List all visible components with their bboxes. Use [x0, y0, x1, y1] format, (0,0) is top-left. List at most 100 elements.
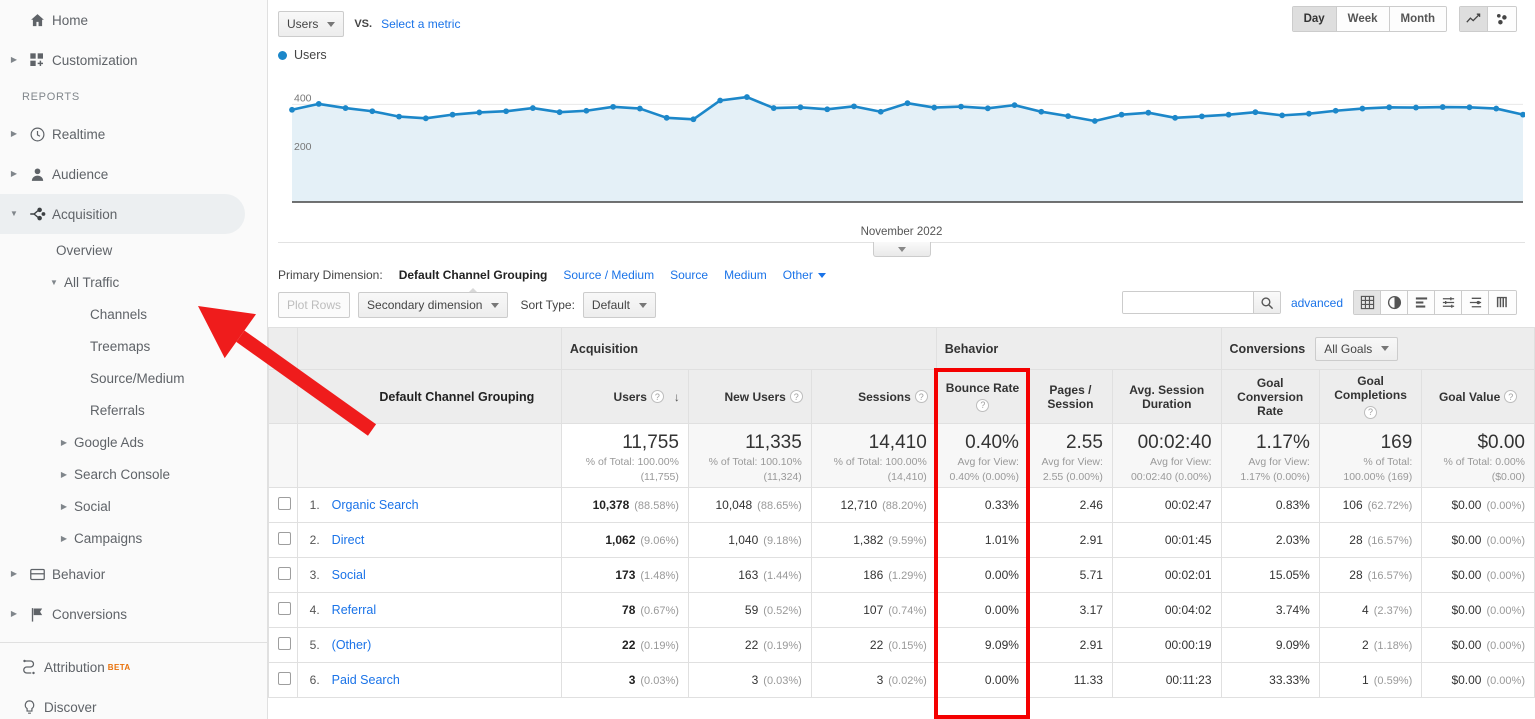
users-over-time-chart[interactable]: 200 400	[278, 70, 1525, 220]
secondary-dimension-button[interactable]: Secondary dimension	[358, 292, 509, 318]
sidebar-item-campaigns[interactable]: ▶ Campaigns	[0, 522, 267, 554]
row-checkbox[interactable]	[278, 637, 291, 650]
row-checkbox[interactable]	[278, 602, 291, 615]
dimension-other-dropdown[interactable]: Other	[783, 268, 826, 282]
cell-goal-value: $0.00 (0.00%)	[1421, 522, 1535, 558]
granularity-month-button[interactable]: Month	[1389, 7, 1446, 31]
sidebar-item-audience[interactable]: ▶ Audience	[0, 154, 267, 194]
sidebar-item-all-traffic[interactable]: ▼ All Traffic	[0, 266, 267, 298]
sort-type-value: Default	[591, 298, 630, 312]
row-name-cell: 2. Direct	[296, 522, 562, 558]
sidebar-item-customization[interactable]: ▶ Customization	[0, 40, 267, 80]
column-goal-conversion-rate[interactable]: Goal Conversion Rate	[1220, 369, 1320, 424]
sidebar-item-overview[interactable]: Overview	[0, 234, 267, 266]
cell-percent: (0.59%)	[1373, 675, 1413, 687]
granularity-day-button[interactable]: Day	[1292, 7, 1337, 31]
row-channel-link[interactable]: (Other)	[332, 638, 372, 652]
sort-type-select[interactable]: Default	[582, 292, 656, 318]
sidebar-item-channels[interactable]: Channels	[0, 298, 267, 330]
help-icon[interactable]: ?	[1364, 405, 1378, 419]
motion-chart-icon[interactable]	[1488, 7, 1516, 31]
row-checkbox-cell[interactable]	[268, 592, 298, 628]
comparison-view-icon[interactable]	[1435, 291, 1462, 314]
sidebar-item-conversions[interactable]: ▶ Conversions	[0, 594, 267, 634]
row-channel-link[interactable]: Referral	[332, 603, 376, 617]
column-users[interactable]: Users ? ↓	[560, 369, 689, 424]
sidebar-item-source-medium[interactable]: Source/Medium	[0, 362, 267, 394]
column-avg-session-duration[interactable]: Avg. Session Duration	[1111, 369, 1222, 424]
cell-goal-completions: 28 (16.57%)	[1318, 522, 1423, 558]
cell-goal-completions: 4 (2.37%)	[1318, 592, 1423, 628]
help-icon[interactable]: ?	[789, 390, 803, 403]
sidebar-item-social[interactable]: ▶ Social	[0, 490, 267, 522]
row-checkbox[interactable]	[278, 532, 291, 545]
row-checkbox-cell[interactable]	[268, 522, 298, 558]
sidebar-item-acquisition[interactable]: ▼ Acquisition	[0, 194, 245, 234]
performance-view-icon[interactable]	[1489, 291, 1516, 314]
column-goal-value[interactable]: Goal Value ?	[1421, 369, 1535, 424]
sidebar-item-google-ads[interactable]: ▶ Google Ads	[0, 426, 267, 458]
row-channel-link[interactable]: Paid Search	[332, 673, 400, 687]
granularity-week-button[interactable]: Week	[1336, 7, 1390, 31]
search-input[interactable]	[1122, 292, 1253, 313]
line-chart-icon[interactable]	[1460, 7, 1488, 31]
help-icon[interactable]: ?	[650, 390, 664, 403]
cell-value: $0.00	[1451, 603, 1482, 617]
search-icon[interactable]	[1252, 292, 1280, 313]
column-sessions[interactable]: Sessions ?	[810, 369, 937, 424]
summary-value: 169	[1380, 432, 1413, 453]
cell-sessions: 22 (0.15%)	[810, 627, 937, 663]
bar-view-icon[interactable]	[1408, 291, 1435, 314]
column-bounce-rate[interactable]: Bounce Rate ?	[935, 369, 1029, 424]
row-channel-link[interactable]: Organic Search	[332, 498, 419, 512]
sidebar-item-behavior[interactable]: ▶ Behavior	[0, 554, 267, 594]
row-name-cell: 4. Referral	[296, 592, 562, 628]
cell-percent: (0.00%)	[1486, 675, 1525, 687]
row-checkbox-cell[interactable]	[268, 487, 298, 523]
sidebar-item-treemaps[interactable]: Treemaps	[0, 330, 267, 362]
sidebar-item-home[interactable]: Home	[0, 0, 267, 40]
dimension-medium-link[interactable]: Medium	[724, 268, 767, 282]
help-icon[interactable]: ?	[976, 398, 990, 412]
cell-avg-session-duration: 00:11:23	[1111, 662, 1222, 698]
row-checkbox-cell[interactable]	[268, 557, 298, 593]
row-checkbox-cell[interactable]	[268, 627, 298, 663]
column-new-users[interactable]: New Users ?	[687, 369, 812, 424]
dimension-source-link[interactable]: Source	[670, 268, 708, 282]
column-goal-completions[interactable]: Goal Completions ?	[1318, 369, 1423, 424]
search-box[interactable]	[1121, 291, 1281, 314]
row-checkbox[interactable]	[278, 567, 291, 580]
dimension-source-medium-link[interactable]: Source / Medium	[563, 268, 654, 282]
sidebar-item-realtime[interactable]: ▶ Realtime	[0, 114, 267, 154]
header-default-channel-grouping[interactable]: Default Channel Grouping	[296, 369, 562, 424]
row-checkbox-cell[interactable]	[268, 662, 298, 698]
sidebar-item-behavior-label: Behavior	[52, 566, 106, 582]
summary-subtext-1: Avg for View:	[1248, 456, 1310, 468]
chart-slider-handle[interactable]	[872, 242, 931, 257]
metric-select-button[interactable]: Users	[278, 11, 345, 37]
pie-view-icon[interactable]	[1381, 291, 1408, 314]
sidebar-item-discover[interactable]: Discover	[0, 687, 267, 719]
cell-value: 2.46	[1079, 498, 1103, 512]
advanced-link[interactable]: advanced	[1291, 296, 1343, 310]
row-checkbox[interactable]	[278, 672, 291, 685]
select-a-metric-link[interactable]: Select a metric	[381, 17, 460, 31]
row-channel-link[interactable]: Direct	[332, 533, 365, 547]
plot-rows-button[interactable]: Plot Rows	[278, 292, 351, 318]
pivot-view-icon[interactable]	[1462, 291, 1489, 314]
help-icon[interactable]: ?	[914, 390, 928, 403]
sidebar-item-search-console[interactable]: ▶ Search Console	[0, 458, 267, 490]
all-goals-select[interactable]: All Goals	[1315, 336, 1399, 361]
sidebar-item-attribution[interactable]: Attribution BETA	[0, 647, 267, 687]
chart-date-slider[interactable]	[278, 242, 1525, 258]
primary-dimension-current[interactable]: Default Channel Grouping	[399, 268, 547, 293]
help-icon[interactable]: ?	[1504, 390, 1518, 403]
table-view-icon[interactable]	[1354, 291, 1381, 314]
sidebar-item-referrals[interactable]: Referrals	[0, 394, 267, 426]
row-channel-link[interactable]: Social	[332, 568, 366, 582]
cell-value: 4	[1362, 603, 1369, 617]
cell-percent: (0.74%)	[888, 605, 927, 617]
row-checkbox[interactable]	[278, 497, 291, 510]
column-pages-per-session[interactable]: Pages / Session	[1027, 369, 1113, 424]
cell-avg-session-duration: 00:01:45	[1111, 522, 1222, 558]
